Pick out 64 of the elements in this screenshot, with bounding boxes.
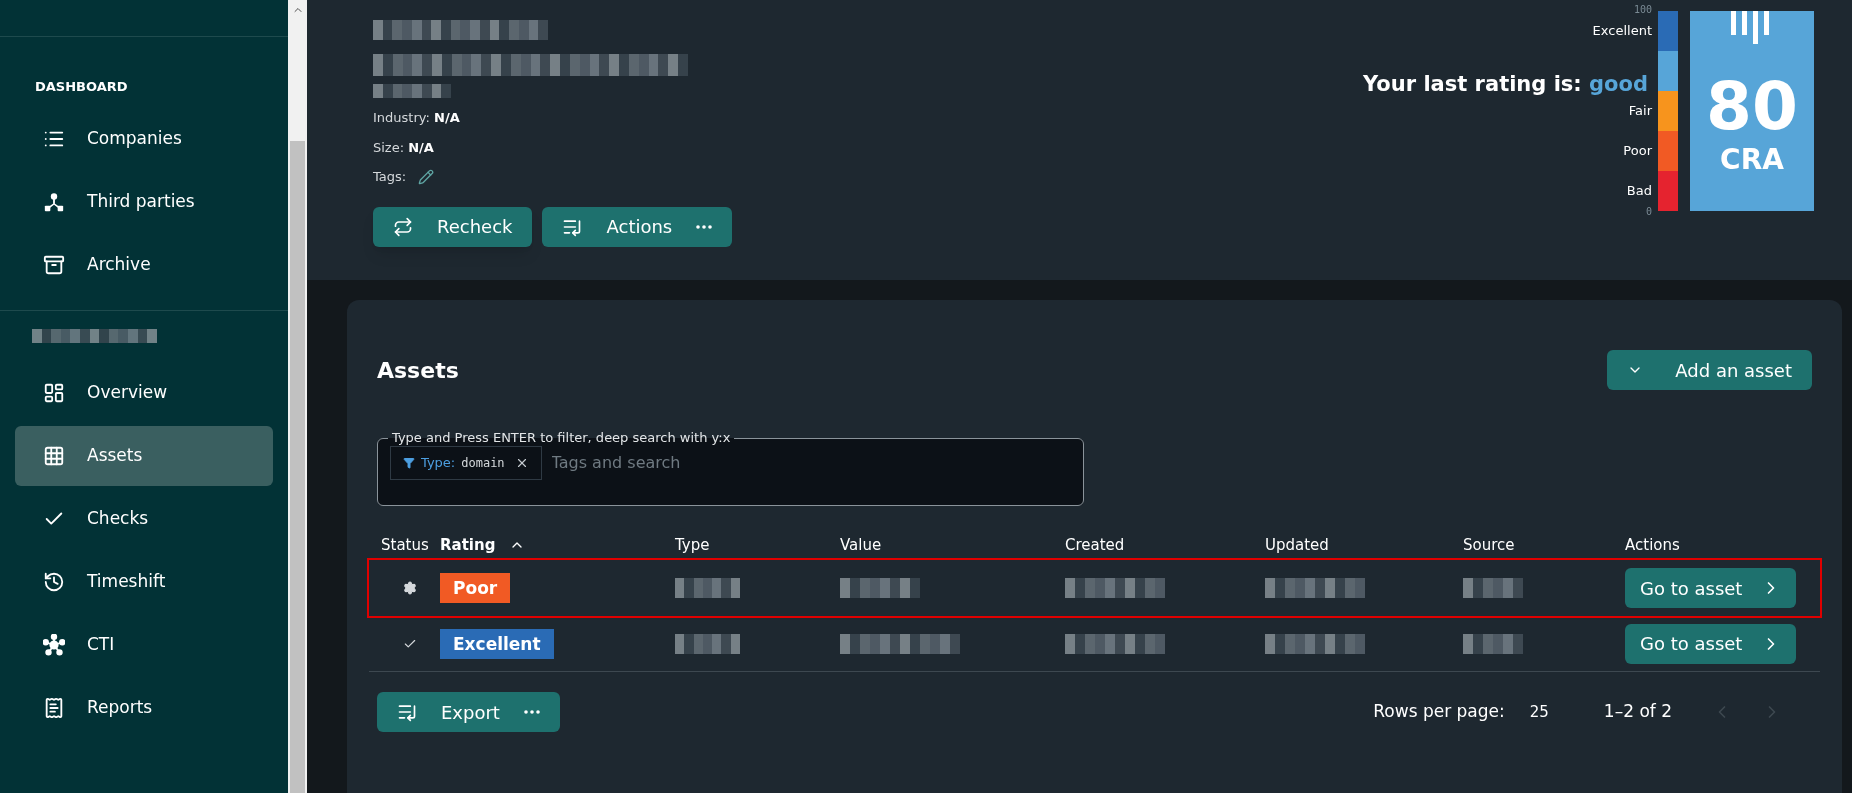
section-title: DASHBOARD — [34, 78, 129, 96]
sidebar-item[interactable]: Companies — [15, 108, 273, 169]
sidebar-item[interactable]: Third parties — [15, 171, 273, 232]
column-header: Source — [1463, 534, 1515, 556]
column-header[interactable]: Rating — [440, 533, 496, 557]
sidebar-item[interactable]: Assets — [15, 425, 273, 486]
rating-badge: Poor — [440, 573, 511, 603]
repeat-icon — [393, 216, 413, 237]
redacted-text — [675, 633, 740, 654]
column-header: Value — [840, 534, 882, 556]
sidebar-item[interactable]: Checks — [15, 488, 273, 549]
sidebar-item[interactable]: Reports — [15, 677, 273, 738]
scale-label: Bad — [1626, 182, 1652, 201]
more-icon — [696, 224, 713, 229]
receipt-icon — [43, 696, 65, 719]
sidebar-item[interactable]: Timeshift — [15, 551, 273, 612]
recheck-button[interactable]: Recheck — [373, 206, 533, 247]
scale-label: Fair — [1628, 102, 1652, 121]
filter-icon — [403, 457, 415, 469]
section-heading: Assets — [377, 356, 459, 385]
column-header: Status — [381, 534, 429, 556]
redacted-text — [1463, 578, 1523, 598]
rating-text: Your last rating is: good — [1363, 71, 1648, 98]
scale-label: Excellent — [1592, 22, 1652, 41]
edit-icon[interactable] — [418, 168, 435, 185]
network-icon — [43, 633, 65, 656]
search-input[interactable]: Tags and search — [551, 451, 1071, 475]
info-text: Size: N/A — [373, 138, 435, 157]
column-header: Type — [675, 534, 710, 556]
go-to-asset-button[interactable]: Go to asset — [1625, 623, 1796, 664]
rows-per-page-select[interactable]: 25 — [1529, 700, 1549, 724]
score-value: 80 — [1706, 74, 1798, 140]
scale-tick: 100 — [1633, 4, 1652, 16]
column-header: Actions — [1625, 534, 1680, 556]
history-icon — [43, 570, 65, 593]
more-icon — [523, 710, 540, 714]
nodes-icon — [43, 190, 65, 213]
filter-chip[interactable]: Type: domain — [390, 446, 542, 480]
scale-tick: 0 — [1645, 206, 1652, 218]
page-range: 1–2 of 2 — [1603, 700, 1672, 724]
info-text: Industry: N/A — [373, 109, 461, 127]
score-unit: CRA — [1720, 146, 1784, 174]
filter-legend: Type and Press ENTER to filter, deep search with y:x — [388, 430, 735, 446]
column-header: Updated — [1265, 534, 1329, 556]
scale-label: Poor — [1623, 142, 1652, 161]
sidebar-item[interactable]: CTI — [15, 614, 273, 675]
column-header: Created — [1065, 534, 1125, 556]
export-button[interactable]: Export — [377, 692, 560, 732]
actions-button[interactable]: Actions — [542, 206, 733, 247]
grid-icon — [43, 444, 65, 467]
rows-per-page-label: Rows per page: — [1373, 700, 1505, 724]
redacted-text — [675, 578, 740, 598]
archive-icon — [43, 253, 65, 276]
tags-label: Tags: — [373, 168, 407, 186]
scrollbar[interactable] — [288, 0, 307, 793]
filter-field[interactable]: Type and Press ENTER to filter, deep search with y:x Type: domain Tags and search — [377, 430, 1084, 506]
redacted-text — [1463, 633, 1523, 654]
sidebar-item[interactable]: Archive — [15, 234, 273, 295]
dashboard-icon — [43, 381, 65, 404]
add-asset-button[interactable]: Add an asset — [1607, 350, 1812, 390]
list-icon — [397, 702, 417, 722]
rating-badge: Excellent — [440, 628, 554, 659]
go-to-asset-button[interactable]: Go to asset — [1625, 568, 1796, 608]
sidebar-item[interactable]: Overview — [15, 362, 273, 423]
